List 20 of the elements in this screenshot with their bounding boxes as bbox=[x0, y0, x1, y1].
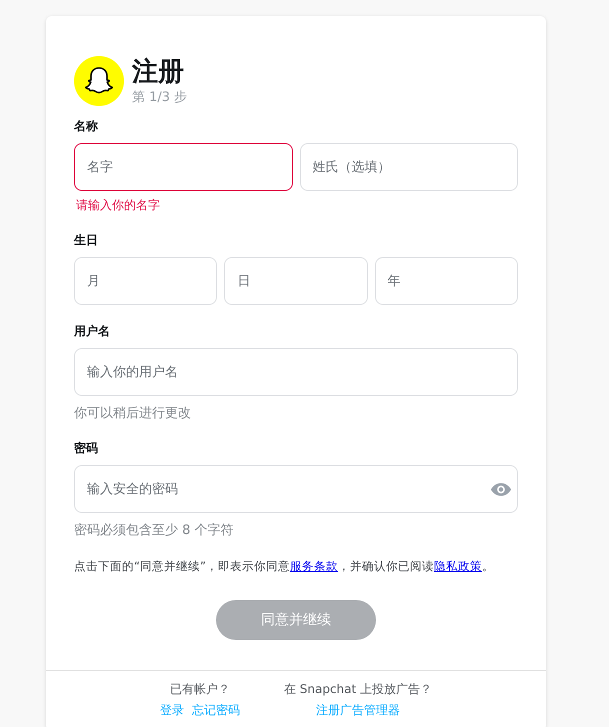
step-indicator: 第 1/3 步 bbox=[132, 89, 188, 106]
error-message: 请输入你的名字 bbox=[75, 197, 161, 214]
footer-link[interactable]: 忘记密码 bbox=[192, 702, 240, 719]
field-label: 用户名 bbox=[74, 323, 111, 340]
footer-link[interactable]: 登录 bbox=[160, 702, 184, 719]
hint-text: 你可以稍后进行更改 bbox=[74, 405, 192, 422]
footer-link[interactable]: 注册广告管理器 bbox=[316, 702, 400, 719]
field-label: 密码 bbox=[74, 440, 99, 457]
terms-link[interactable]: 服务条款 bbox=[290, 559, 338, 573]
eye-icon[interactable] bbox=[490, 482, 512, 497]
input-field[interactable]: 名字 bbox=[74, 143, 292, 191]
ghost-logo-icon bbox=[74, 56, 124, 106]
field-label: 名称 bbox=[74, 118, 99, 135]
hint-text: 密码必须包含至少 8 个字符 bbox=[74, 522, 235, 539]
terms-link[interactable]: 隐私政策 bbox=[434, 559, 482, 573]
footer-question: 已有帐户？ bbox=[170, 681, 230, 698]
terms-notice: 点击下面的“同意并继续”，即表示你同意服务条款，并确认你已阅读隐私政策。 bbox=[74, 559, 495, 574]
page-title: 注册 bbox=[132, 56, 185, 88]
footer-question: 在 Snapchat 上投放广告？ bbox=[284, 681, 432, 698]
field-label: 生日 bbox=[74, 232, 99, 249]
